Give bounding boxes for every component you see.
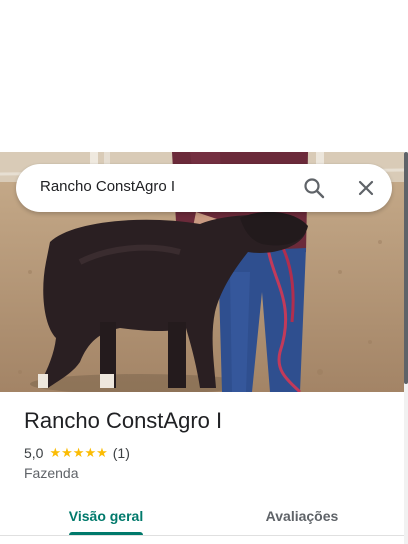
tab-reviews[interactable]: Avaliações xyxy=(232,494,372,538)
star-rating: ★ ★ ★ ★ ★ xyxy=(49,446,107,460)
search-input[interactable]: Rancho ConstAgro I xyxy=(40,178,175,195)
star-icon: ★ xyxy=(49,445,62,460)
review-count-link[interactable]: (1) xyxy=(113,445,130,461)
scrollbar-thumb[interactable] xyxy=(404,152,408,384)
star-icon: ★ xyxy=(96,445,108,460)
place-tabs: Visão geral Avaliações xyxy=(0,494,404,538)
star-icon: ★ xyxy=(61,445,73,460)
close-icon[interactable] xyxy=(354,176,378,200)
place-title: Rancho ConstAgro I xyxy=(24,408,223,433)
place-category[interactable]: Fazenda xyxy=(24,465,78,481)
top-blank-area xyxy=(0,0,408,152)
search-box[interactable]: Rancho ConstAgro I xyxy=(16,164,392,212)
search-icon[interactable] xyxy=(302,176,326,200)
star-icon: ★ xyxy=(84,445,97,460)
star-icon: ★ xyxy=(72,445,85,460)
tabs-divider xyxy=(0,535,404,536)
rating-value: 5,0 xyxy=(24,445,44,461)
rating-row: 5,0 ★ ★ ★ ★ ★ (1) xyxy=(24,444,130,462)
